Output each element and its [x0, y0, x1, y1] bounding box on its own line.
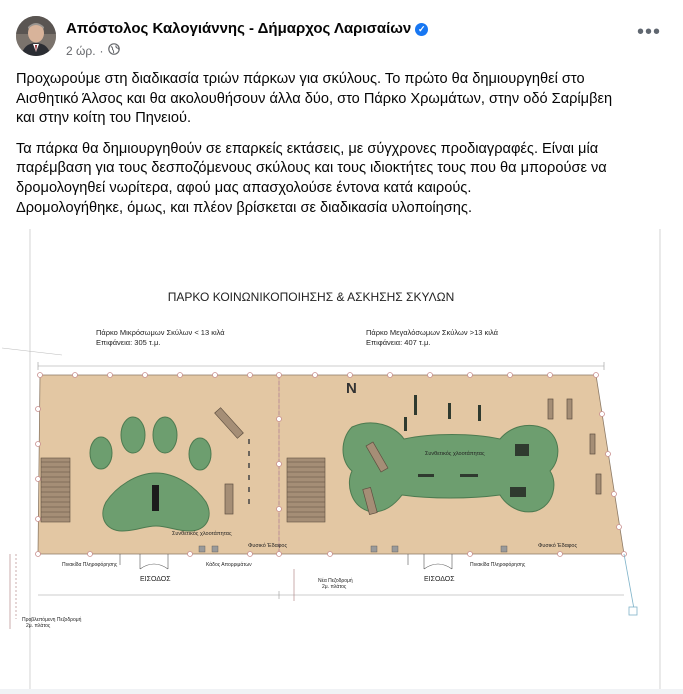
new-path-label: Νέα Πεζοδρομή: [318, 577, 353, 584]
synthetic-grass-label-right: Συνθετικός χλοοτάπητας: [425, 450, 485, 457]
park-plan-drawing: ΠΑΡΚΟ ΚΟΙΝΩΝΙΚΟΠΟΙΗΣΗΣ & ΑΣΚΗΣΗΣ ΣΚΥΛΩΝ …: [0, 229, 683, 689]
natural-floor-label-right: Φυσικό Έδαφος: [538, 542, 577, 549]
natural-floor-label-left: Φυσικό Έδαφος: [248, 542, 287, 549]
author-name[interactable]: Απόστολος Καλογιάννης - Δήμαρχος Λαρισαί…: [66, 20, 429, 37]
info-board-label-left: Πινακίδα Πληροφόρησης: [62, 561, 118, 568]
bin-label: Κάδος Απορριμάτων: [206, 561, 252, 568]
new-path-width: 2μ. πλάτος: [322, 583, 347, 590]
entrance-label-right: ΕΙΣΟΔΟΣ: [424, 576, 455, 583]
info-board-label-right: Πινακίδα Πληροφόρησης: [470, 561, 526, 568]
post-image[interactable]: ΠΑΡΚΟ ΚΟΙΝΩΝΙΚΟΠΟΙΗΣΗΣ & ΑΣΚΗΣΗΣ ΣΚΥΛΩΝ …: [0, 229, 683, 689]
meta-separator: ·: [99, 43, 104, 58]
globe-icon: [107, 43, 120, 58]
author-name-text[interactable]: Απόστολος Καλογιάννης - Δήμαρχος Λαρισαί…: [66, 20, 411, 37]
entrance-label-left: ΕΙΣΟΔΟΣ: [140, 576, 171, 583]
post-card: Απόστολος Καλογιάννης - Δήμαρχος Λαρισαί…: [0, 0, 683, 689]
right-park-area: Επιφάνεια: 407 τ.μ.: [366, 338, 430, 347]
left-bench-area: [40, 457, 71, 523]
post-paragraph: Τα πάρκα θα δημιουργηθούν σε επαρκείς εκ…: [16, 140, 607, 216]
avatar[interactable]: [16, 16, 56, 56]
verified-badge-icon: ✓: [415, 23, 429, 36]
existing-path-width: 2μ. πλάτος: [26, 622, 51, 629]
existing-path-label: Προβλεπόμενη Πεζοδρομή: [22, 616, 82, 623]
more-options-icon[interactable]: •••: [634, 22, 664, 50]
paw-obstacle: [152, 485, 159, 511]
post-text: Προχωρούμε στη διαδικασία τριών πάρκων γ…: [16, 70, 656, 229]
post-paragraph: Προχωρούμε στη διαδικασία τριών πάρκων γ…: [16, 71, 613, 127]
post-meta: 2 ώρ. ·: [66, 43, 120, 58]
left-park-area: Επιφάνεια: 305 τ.μ.: [96, 338, 160, 347]
left-park-name: Πάρκο Μικρόσωμων Σκύλων < 13 κιλά: [96, 328, 225, 337]
north-arrow-icon: N: [346, 380, 357, 397]
right-park-name: Πάρκο Μεγαλόσωμων Σκύλων >13 κιλά: [366, 328, 499, 337]
plan-title: ΠΑΡΚΟ ΚΟΙΝΩΝΙΚΟΠΟΙΗΣΗΣ & ΑΣΚΗΣΗΣ ΣΚΥΛΩΝ: [168, 290, 455, 304]
path-marker: [628, 606, 638, 616]
post-timestamp[interactable]: 2 ώρ.: [66, 44, 96, 58]
right-bench-area: [286, 457, 326, 523]
synthetic-grass-label-left: Συνθετικός χλοοτάπητας: [172, 530, 232, 537]
